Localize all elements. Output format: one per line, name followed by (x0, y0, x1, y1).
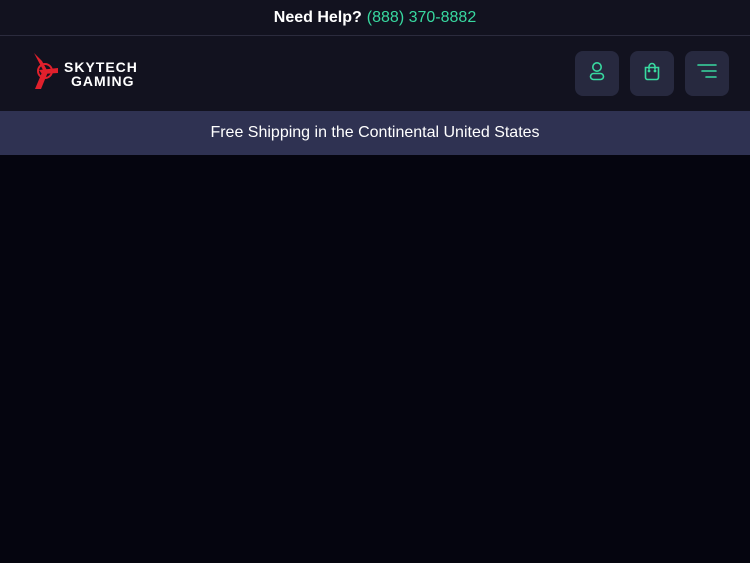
header-actions (575, 51, 729, 96)
menu-icon (697, 63, 717, 84)
site-header: SKYTECH GAMING (0, 36, 750, 111)
user-icon (588, 61, 606, 86)
logo-line-2: GAMING (71, 72, 135, 89)
site-logo[interactable]: SKYTECH GAMING (30, 51, 138, 96)
main-content (0, 155, 750, 563)
menu-button[interactable] (685, 51, 729, 96)
logo-line-1: SKYTECH (64, 58, 138, 75)
promo-text: Free Shipping in the Continental United … (210, 124, 540, 141)
top-help-bar: Need Help? (888) 370-8882 (0, 0, 750, 36)
phone-link[interactable]: (888) 370-8882 (367, 9, 476, 27)
logo-mark-icon (30, 51, 60, 96)
need-help-label: Need Help? (273, 8, 362, 26)
cart-button[interactable] (630, 51, 674, 96)
shopping-bag-icon (643, 61, 661, 86)
logo-wordmark: SKYTECH GAMING (64, 60, 138, 88)
promo-banner: Free Shipping in the Continental United … (0, 111, 750, 155)
account-button[interactable] (575, 51, 619, 96)
